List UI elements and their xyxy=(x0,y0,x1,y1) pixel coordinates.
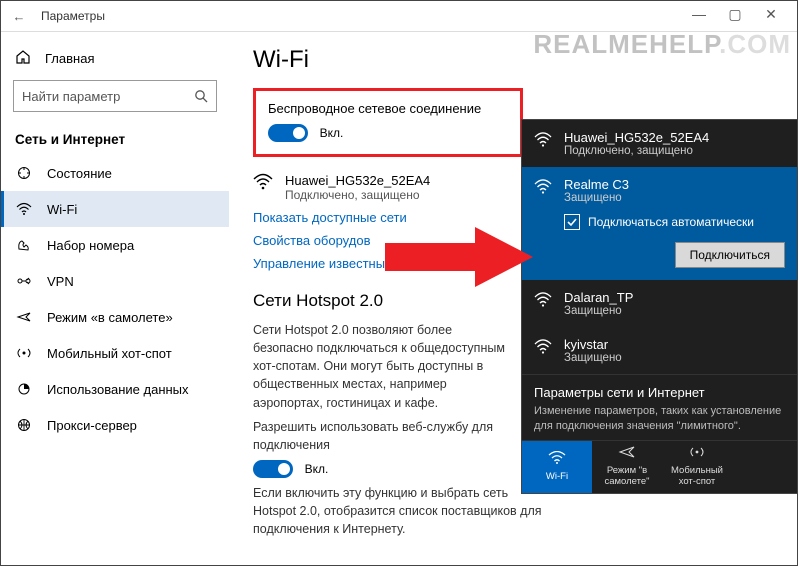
flyout-network[interactable]: kyivstar Защищено xyxy=(522,327,797,374)
auto-connect-row[interactable]: Подключаться автоматически xyxy=(564,214,754,230)
network-name: Huawei_HG532e_52EA4 xyxy=(564,130,709,145)
wifi-icon xyxy=(253,173,275,191)
quick-airplane[interactable]: Режим "в самолете" xyxy=(592,441,662,493)
flyout-network[interactable]: Dalaran_TP Защищено xyxy=(522,280,797,327)
auto-connect-label: Подключаться автоматически xyxy=(588,215,754,229)
network-flyout: Huawei_HG532e_52EA4 Подключено, защищено… xyxy=(521,119,798,494)
home-icon xyxy=(15,50,33,66)
hotspot-toggle-state: Вкл. xyxy=(305,462,329,476)
window-title: Параметры xyxy=(41,9,105,23)
wireless-label: Беспроводное сетевое соединение xyxy=(268,101,508,116)
wifi-icon xyxy=(534,179,554,195)
flyout-settings-title: Параметры сети и Интернет xyxy=(534,385,785,400)
home-button[interactable]: Главная xyxy=(1,42,229,74)
hotspot-icon xyxy=(688,445,706,463)
titlebar: ← Параметры — ▢ ✕ xyxy=(1,1,797,32)
quick-label: Wi-Fi xyxy=(546,472,568,483)
section-title: Сеть и Интернет xyxy=(1,122,229,155)
maximize-button[interactable]: ▢ xyxy=(717,6,753,26)
sidebar-item-wifi[interactable]: Wi-Fi xyxy=(1,191,229,227)
network-name: Realme C3 xyxy=(564,177,629,192)
connect-button[interactable]: Подключиться xyxy=(675,242,785,268)
sidebar-item-label: Прокси-сервер xyxy=(47,418,137,433)
sidebar: Главная Найти параметр Сеть и Интернет С… xyxy=(1,32,229,566)
wifi-icon xyxy=(15,201,33,217)
vpn-icon xyxy=(15,273,33,289)
wifi-icon xyxy=(548,451,566,469)
wireless-toggle[interactable] xyxy=(268,124,308,142)
airplane-icon xyxy=(15,309,33,325)
close-button[interactable]: ✕ xyxy=(753,6,789,26)
status-icon xyxy=(15,165,33,181)
search-placeholder: Найти параметр xyxy=(22,89,120,104)
quick-hotspot[interactable]: Мобильный хот-спот xyxy=(662,441,732,493)
sidebar-item-label: Wi-Fi xyxy=(47,202,77,217)
network-status: Подключено, защищено xyxy=(285,188,430,202)
dialup-icon xyxy=(15,237,33,253)
home-label: Главная xyxy=(45,51,94,66)
search-icon xyxy=(194,89,208,103)
hotspot-icon xyxy=(15,345,33,361)
sidebar-item-vpn[interactable]: VPN xyxy=(1,263,229,299)
wireless-toggle-state: Вкл. xyxy=(320,126,344,140)
network-name: kyivstar xyxy=(564,337,622,352)
annotation-arrow xyxy=(385,223,535,291)
sidebar-item-label: Набор номера xyxy=(47,238,134,253)
wifi-icon xyxy=(534,339,554,355)
back-button[interactable]: ← xyxy=(9,9,29,24)
hotspot-p2: Если включить эту функцию и выбрать сеть… xyxy=(253,484,553,538)
sidebar-item-label: Использование данных xyxy=(47,382,189,397)
search-input[interactable]: Найти параметр xyxy=(13,80,217,112)
sidebar-item-label: Режим «в самолете» xyxy=(47,310,173,325)
flyout-quickbar: Wi-Fi Режим "в самолете" Мобильный хот-с… xyxy=(522,440,797,493)
sidebar-item-hotspot[interactable]: Мобильный хот-спот xyxy=(1,335,229,371)
quick-label: Режим "в самолете" xyxy=(595,466,659,488)
quick-label: Мобильный хот-спот xyxy=(665,466,729,488)
network-name: Huawei_HG532e_52EA4 xyxy=(285,173,430,188)
flyout-network[interactable]: Huawei_HG532e_52EA4 Подключено, защищено xyxy=(522,120,797,167)
airplane-icon xyxy=(618,445,636,463)
sidebar-item-data-usage[interactable]: Использование данных xyxy=(1,371,229,407)
network-status: Защищено xyxy=(564,352,622,364)
network-status: Подключено, защищено xyxy=(564,145,709,157)
network-status: Защищено xyxy=(564,305,633,317)
quick-wifi[interactable]: Wi-Fi xyxy=(522,441,592,493)
sidebar-item-label: Состояние xyxy=(47,166,112,181)
proxy-icon xyxy=(15,417,33,433)
wireless-toggle-highlight: Беспроводное сетевое соединение Вкл. xyxy=(253,88,523,157)
wifi-icon xyxy=(534,292,554,308)
data-usage-icon xyxy=(15,381,33,397)
network-name: Dalaran_TP xyxy=(564,290,633,305)
minimize-button[interactable]: — xyxy=(681,6,717,26)
watermark: REALMEHELP.COM xyxy=(533,29,791,60)
flyout-network-selected[interactable]: Realme C3 Защищено Подключаться автомати… xyxy=(522,167,797,280)
hotspot-toggle[interactable] xyxy=(253,460,293,478)
sidebar-item-label: VPN xyxy=(47,274,74,289)
flyout-settings-link[interactable]: Параметры сети и Интернет Изменение пара… xyxy=(522,374,797,440)
flyout-settings-desc: Изменение параметров, таких как установл… xyxy=(534,404,785,434)
wifi-icon xyxy=(534,132,554,148)
sidebar-item-label: Мобильный хот-спот xyxy=(47,346,172,361)
sidebar-item-airplane[interactable]: Режим «в самолете» xyxy=(1,299,229,335)
sidebar-item-dialup[interactable]: Набор номера xyxy=(1,227,229,263)
hotspot-desc: Сети Hotspot 2.0 позволяют более безопас… xyxy=(253,321,513,412)
network-status: Защищено xyxy=(564,192,629,204)
sidebar-item-status[interactable]: Состояние xyxy=(1,155,229,191)
checkbox-icon xyxy=(564,214,580,230)
hotspot-allow: Разрешить использовать веб-службу для по… xyxy=(253,418,513,454)
sidebar-item-proxy[interactable]: Прокси-сервер xyxy=(1,407,229,443)
